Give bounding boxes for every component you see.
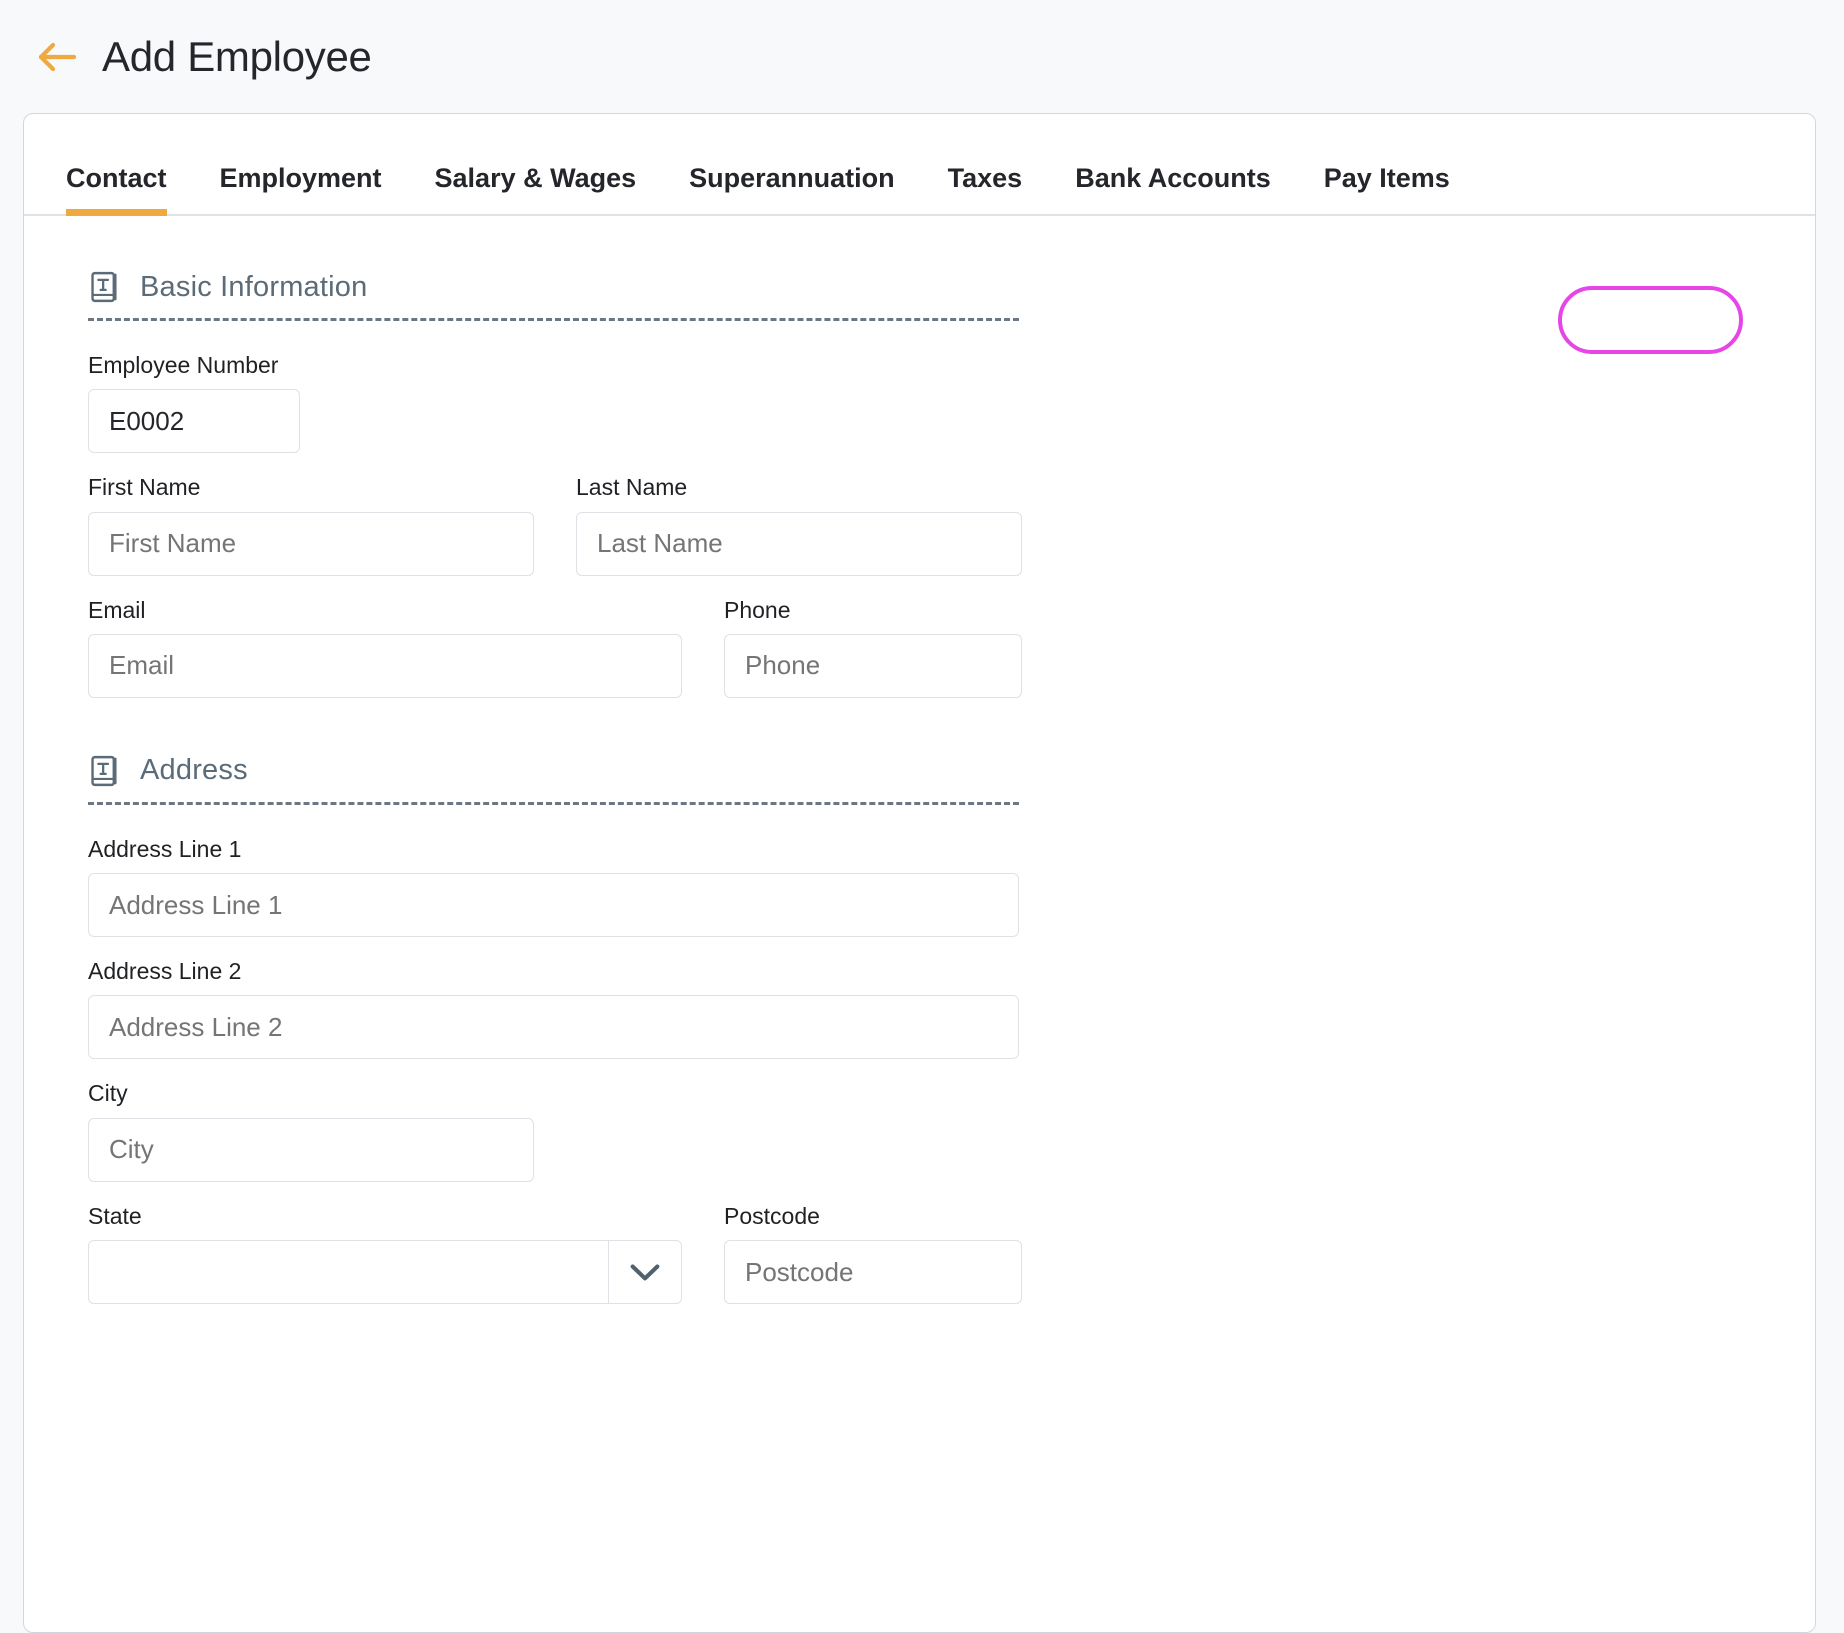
field-phone: Phone (724, 596, 1022, 698)
text-book-icon (91, 271, 117, 303)
phone-input[interactable] (724, 633, 1022, 698)
field-employee-number: Employee Number (88, 352, 1815, 454)
state-select[interactable] (88, 1240, 682, 1305)
back-button[interactable] (34, 34, 80, 80)
field-city: City (88, 1080, 1815, 1182)
section-title: Address (140, 754, 248, 787)
email-label: Email (88, 596, 146, 623)
postcode-input[interactable] (724, 1240, 1022, 1305)
field-address-line-1: Address Line 1 (88, 835, 1815, 938)
field-postcode: Postcode (724, 1202, 1022, 1305)
section-divider (88, 801, 1019, 805)
field-first-name: First Name (88, 474, 534, 576)
field-state: State (88, 1202, 682, 1305)
section-divider (88, 318, 1019, 321)
employee-number-label: Employee Number (88, 352, 279, 378)
tab-contact[interactable]: Contact (66, 165, 167, 216)
first-name-input[interactable] (88, 511, 534, 576)
address-line-2-input[interactable] (88, 995, 1019, 1060)
state-label: State (88, 1202, 142, 1229)
contact-row: Email Phone (88, 596, 1815, 720)
text-book-icon (91, 755, 117, 786)
field-last-name: Last Name (576, 474, 1022, 576)
field-address-line-2: Address Line 2 (88, 958, 1815, 1060)
address-line-2-label: Address Line 2 (88, 958, 242, 985)
last-name-input[interactable] (576, 511, 1022, 576)
tab-bank-accounts[interactable]: Bank Accounts (1075, 165, 1271, 214)
address-line-1-input[interactable] (88, 873, 1019, 938)
arrow-left-icon (38, 42, 77, 71)
field-email: Email (88, 596, 682, 698)
state-dropdown-toggle[interactable] (609, 1261, 681, 1283)
phone-label: Phone (724, 596, 791, 623)
email-input[interactable] (88, 633, 682, 698)
tab-bar: Contact Employment Salary & Wages Supera… (24, 114, 1815, 216)
section-title: Basic Information (140, 270, 368, 303)
page-title: Add Employee (102, 32, 372, 80)
address-line-1-label: Address Line 1 (88, 835, 242, 862)
tab-taxes[interactable]: Taxes (948, 165, 1023, 214)
section-basic-information: Basic Information (88, 270, 1815, 304)
tab-pay-items[interactable]: Pay Items (1324, 165, 1450, 214)
chevron-down-icon (630, 1264, 660, 1281)
postcode-label: Postcode (724, 1202, 820, 1229)
employee-number-input[interactable] (88, 389, 300, 454)
tab-salary-wages[interactable]: Salary & Wages (435, 165, 637, 214)
city-label: City (88, 1080, 128, 1107)
tab-employment[interactable]: Employment (220, 165, 382, 214)
last-name-label: Last Name (576, 474, 688, 501)
employee-form-card: Contact Employment Salary & Wages Supera… (23, 113, 1816, 1633)
section-address: Address (88, 754, 1815, 788)
city-input[interactable] (88, 1117, 534, 1182)
contact-form: Basic Information Employee Number First … (24, 216, 1815, 1326)
first-name-label: First Name (88, 474, 201, 501)
page-header: Add Employee (0, 0, 1844, 113)
tab-superannuation[interactable]: Superannuation (689, 165, 895, 214)
name-row: First Name Last Name (88, 474, 1815, 597)
state-postcode-row: State Postcode (88, 1202, 1815, 1326)
